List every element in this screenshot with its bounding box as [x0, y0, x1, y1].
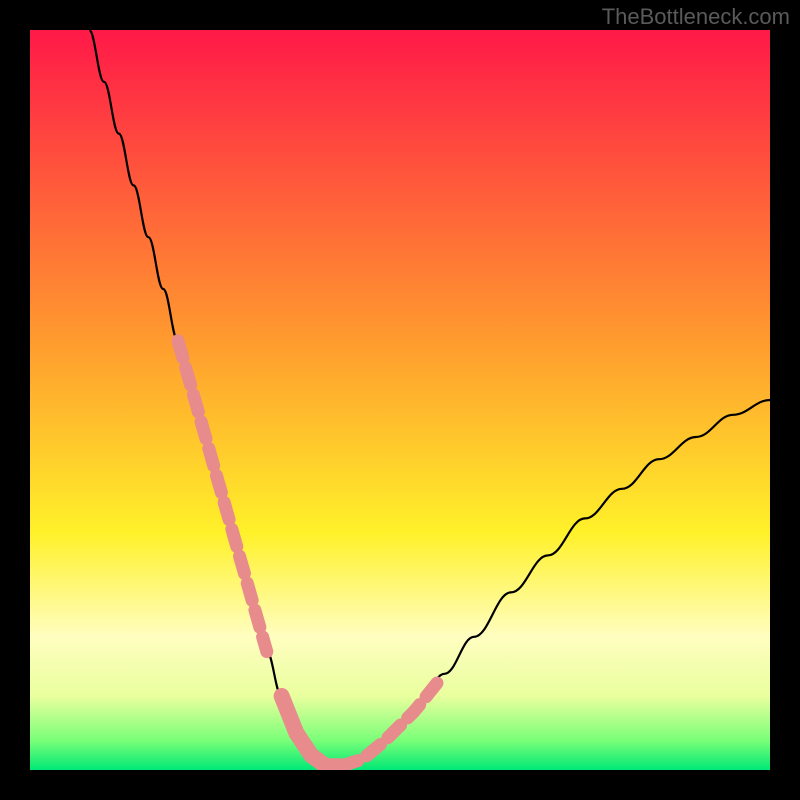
watermark-text: TheBottleneck.com [602, 4, 790, 30]
plot-area [30, 30, 770, 770]
chart-container: TheBottleneck.com [0, 0, 800, 800]
gradient-background [30, 30, 770, 770]
